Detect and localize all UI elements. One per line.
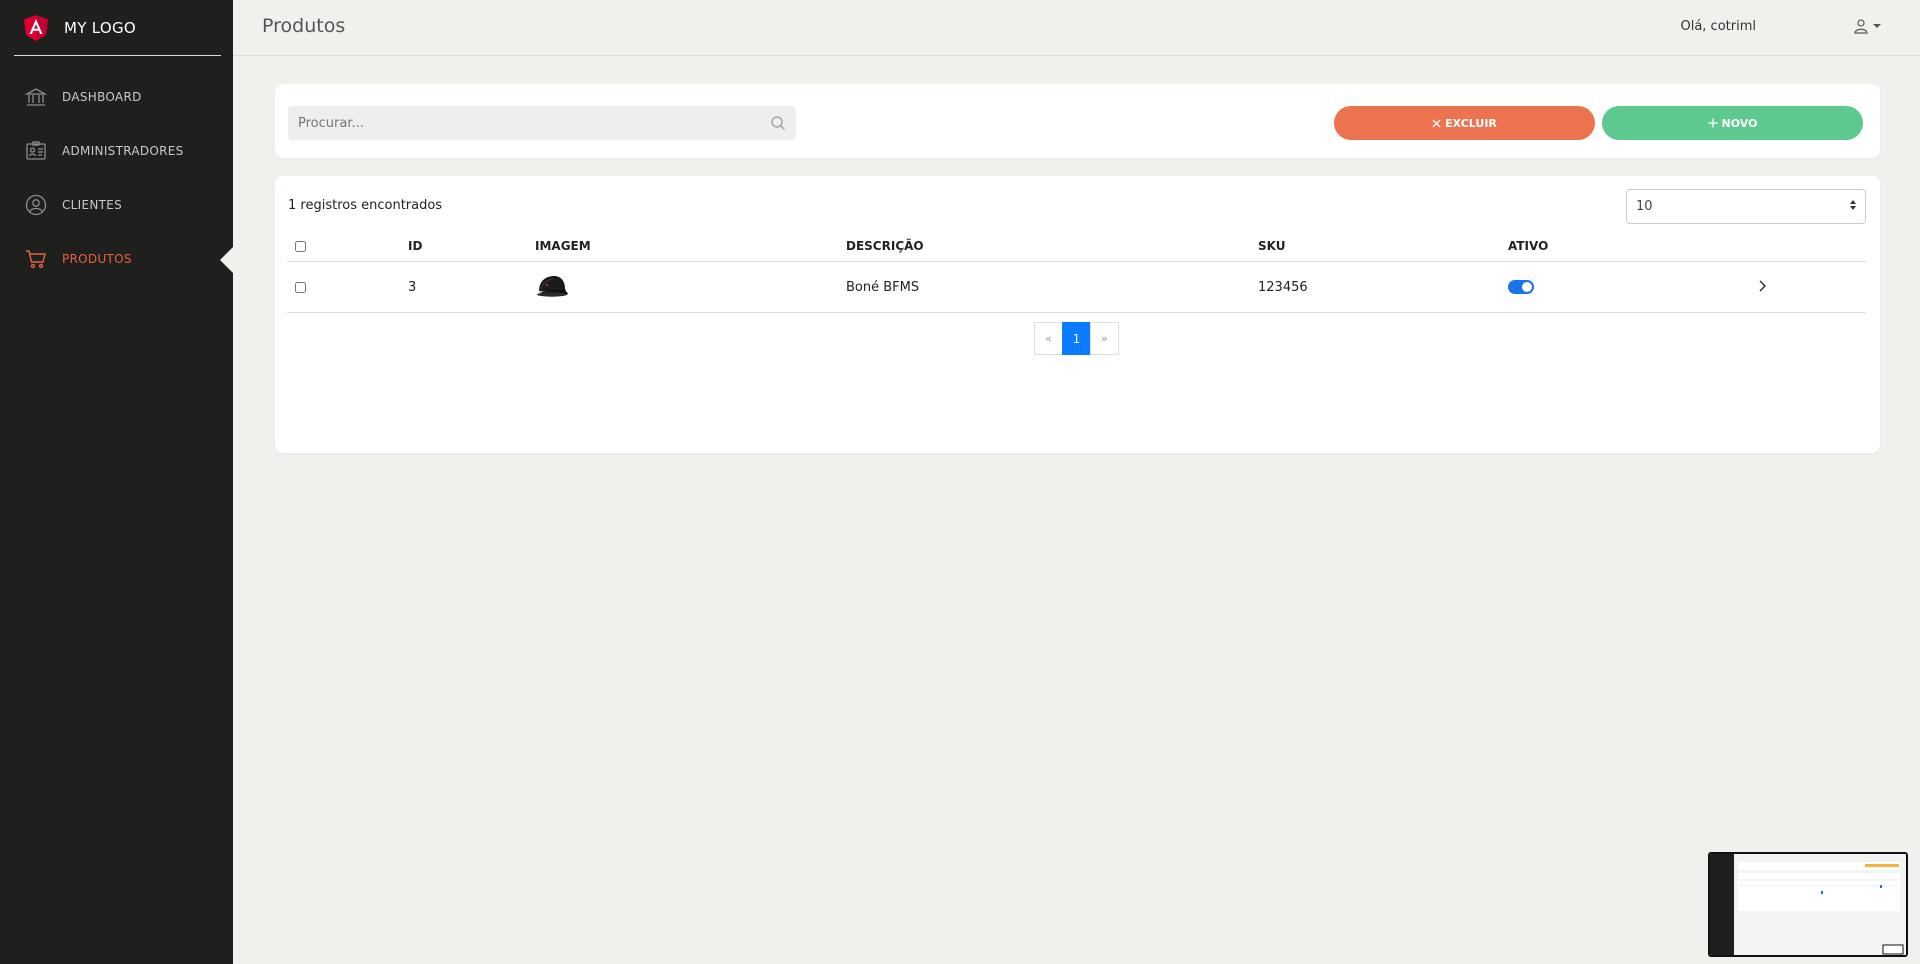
user-icon bbox=[1854, 19, 1868, 34]
row-sku: 123456 bbox=[1258, 279, 1308, 295]
products-table-card: 1 registros encontrados 10 ID IMAGEM DES… bbox=[275, 176, 1880, 453]
new-button[interactable]: NOVO bbox=[1602, 106, 1863, 140]
sidebar-item-label: ADMINISTRADORES bbox=[62, 144, 184, 158]
chevron-down-icon bbox=[1873, 24, 1881, 28]
delete-button[interactable]: EXCLUIR bbox=[1334, 106, 1595, 140]
sidebar-item-produtos[interactable]: PRODUTOS bbox=[0, 232, 233, 286]
page-size-select[interactable]: 10 bbox=[1626, 189, 1866, 224]
sidebar-item-administradores[interactable]: ADMINISTRADORES bbox=[0, 124, 233, 178]
pagination: « 1 » bbox=[1034, 322, 1119, 355]
search-input[interactable] bbox=[288, 106, 796, 140]
search-icon[interactable] bbox=[770, 115, 786, 131]
row-id: 3 bbox=[408, 279, 417, 295]
chevron-right-icon[interactable] bbox=[1757, 278, 1767, 297]
column-header-sku[interactable]: SKU bbox=[1258, 239, 1285, 253]
sidebar-item-clientes[interactable]: CLIENTES bbox=[0, 178, 233, 232]
page-title: Produtos bbox=[262, 15, 346, 37]
row-description: Boné BFMS bbox=[846, 279, 920, 295]
sidebar-item-label: DASHBOARD bbox=[62, 90, 142, 104]
product-image bbox=[535, 274, 569, 304]
brand-name: MY LOGO bbox=[64, 18, 137, 37]
brand[interactable]: MY LOGO bbox=[14, 0, 221, 56]
new-button-label: NOVO bbox=[1721, 116, 1758, 130]
table-header: ID IMAGEM DESCRIÇÃO SKU ATIVO bbox=[287, 231, 1866, 262]
sidebar: MY LOGO DASHBOARD ADMINISTRADORES CLIENT… bbox=[0, 0, 233, 964]
column-header-descricao[interactable]: DESCRIÇÃO bbox=[846, 239, 924, 253]
user-greeting: Olá, cotriml bbox=[1680, 19, 1756, 34]
pagination-next[interactable]: » bbox=[1090, 322, 1119, 355]
page-size-value: 10 bbox=[1636, 199, 1653, 214]
sidebar-nav: DASHBOARD ADMINISTRADORES CLIENTES PRODU… bbox=[0, 70, 233, 286]
close-icon bbox=[1432, 119, 1441, 127]
column-header-id[interactable]: ID bbox=[408, 239, 422, 253]
products-table: ID IMAGEM DESCRIÇÃO SKU ATIVO 3 Boné BFM… bbox=[287, 231, 1866, 313]
delete-button-label: EXCLUIR bbox=[1445, 116, 1497, 130]
column-header-imagem[interactable]: IMAGEM bbox=[535, 239, 591, 253]
sidebar-item-label: CLIENTES bbox=[62, 198, 123, 212]
plus-icon bbox=[1708, 118, 1718, 128]
row-checkbox[interactable] bbox=[295, 278, 306, 297]
user-circle-icon bbox=[24, 193, 48, 217]
active-toggle[interactable] bbox=[1508, 280, 1534, 294]
topbar: Produtos Olá, cotriml bbox=[233, 0, 1920, 56]
id-card-icon bbox=[24, 139, 48, 163]
toolbar-card: EXCLUIR NOVO bbox=[275, 84, 1880, 158]
pagination-page-1[interactable]: 1 bbox=[1062, 322, 1091, 355]
search-field bbox=[288, 106, 796, 140]
table-row[interactable]: 3 Boné BFMS 123456 bbox=[287, 262, 1866, 313]
records-count: 1 registros encontrados bbox=[288, 198, 443, 213]
user-menu-button[interactable] bbox=[1853, 18, 1881, 34]
shopping-cart-icon bbox=[24, 247, 48, 271]
sidebar-item-label: PRODUTOS bbox=[62, 252, 132, 266]
sidebar-item-dashboard[interactable]: DASHBOARD bbox=[0, 70, 233, 124]
screen-thumbnail[interactable] bbox=[1708, 852, 1908, 957]
select-arrows-icon bbox=[1850, 200, 1856, 210]
pagination-prev[interactable]: « bbox=[1034, 322, 1063, 355]
select-all-checkbox[interactable] bbox=[295, 237, 306, 256]
column-header-ativo[interactable]: ATIVO bbox=[1508, 239, 1548, 253]
angular-logo-icon bbox=[24, 14, 48, 41]
bank-icon bbox=[24, 85, 48, 109]
